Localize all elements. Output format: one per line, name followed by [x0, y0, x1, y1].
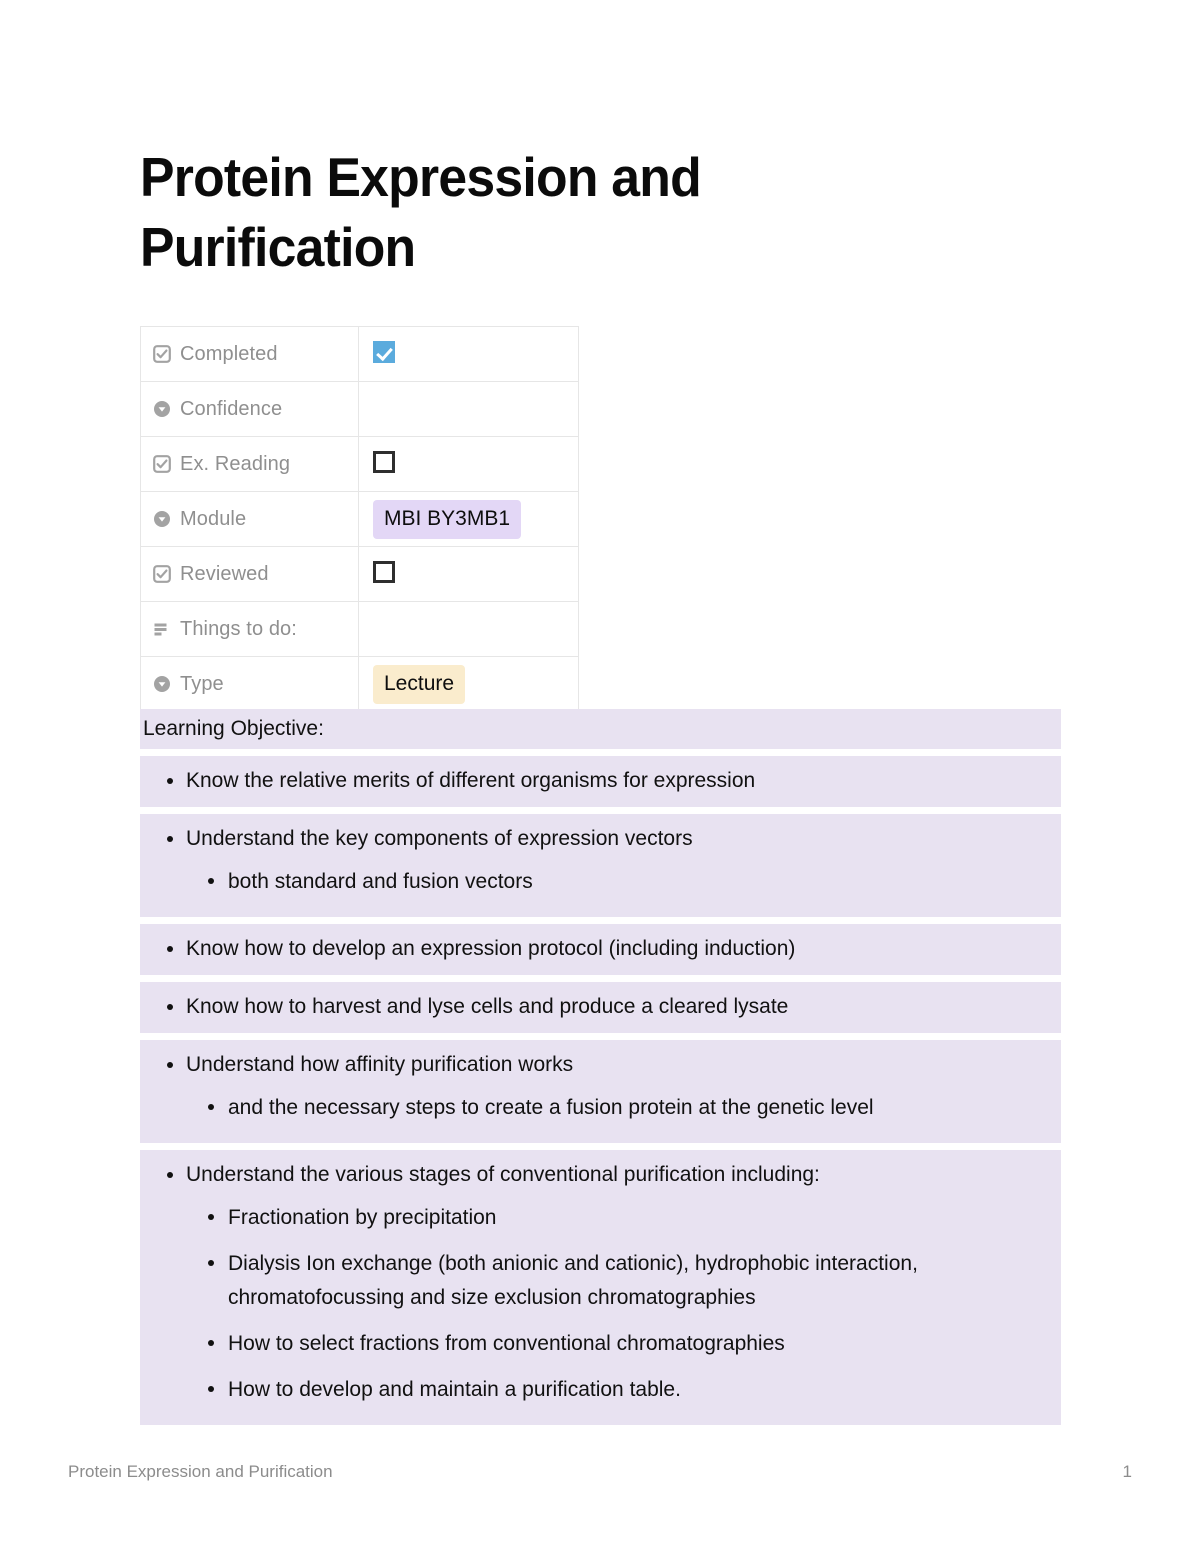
objectives-blocks: Know the relative merits of different or… [140, 756, 1061, 1425]
objective-item: Understand the various stages of convent… [140, 1155, 1061, 1418]
objective-item: Know how to harvest and lyse cells and p… [140, 987, 1061, 1026]
property-value-cell[interactable] [358, 326, 579, 382]
objective-subitem: How to select fractions from conventiona… [186, 1321, 1043, 1367]
objective-subitem: both standard and fusion vectors [186, 859, 1043, 905]
objective-list: Understand the key components of express… [140, 814, 1061, 917]
footer-page-number: 1 [1122, 1462, 1132, 1481]
property-label: Things to do: [180, 617, 297, 640]
objective-item-text: Understand the key components of express… [186, 827, 693, 850]
property-key-cell[interactable]: Ex. Reading [140, 436, 359, 492]
objective-item: Understand how affinity purification wor… [140, 1045, 1061, 1136]
checkbox-icon [153, 455, 171, 473]
properties-table-body: Completed Confidence Ex. Reading Module MBI … [140, 326, 579, 712]
property-tag[interactable]: Lecture [373, 664, 466, 704]
objective-block: Understand the key components of express… [140, 814, 1061, 917]
learning-objectives-section: Learning Objective: Know the relative me… [140, 709, 1061, 1425]
document-page: Protein Expression and Purification Comp… [0, 0, 1200, 1553]
property-row: Things to do: [140, 601, 579, 657]
objective-item-text: Know how to develop an expression protoc… [186, 937, 796, 960]
objective-block: Understand how affinity purification wor… [140, 1040, 1061, 1143]
objective-list: Know the relative merits of different or… [140, 756, 1061, 807]
objective-block: Understand the various stages of convent… [140, 1150, 1061, 1425]
objective-item-text: Understand how affinity purification wor… [186, 1053, 574, 1076]
property-label: Reviewed [180, 562, 269, 585]
checkbox-icon [153, 565, 171, 583]
objective-item-text: Understand the various stages of convent… [186, 1163, 820, 1186]
objective-block: Know the relative merits of different or… [140, 756, 1061, 807]
property-row: Type Lecture [140, 656, 579, 712]
objectives-heading: Learning Objective: [143, 717, 324, 740]
objective-subitem: How to develop and maintain a purificati… [186, 1367, 1043, 1413]
objective-sublist: and the necessary steps to create a fusi… [186, 1085, 1043, 1131]
checkbox-checked-icon[interactable] [373, 340, 395, 363]
objective-item-text: Know the relative merits of different or… [186, 769, 756, 792]
objective-block: Know how to develop an expression protoc… [140, 924, 1061, 975]
property-row: Ex. Reading [140, 436, 579, 492]
property-value-cell[interactable] [358, 381, 579, 437]
objective-list: Know how to harvest and lyse cells and p… [140, 982, 1061, 1033]
property-row: Confidence [140, 381, 579, 437]
property-tag[interactable]: MBI BY3MB1 [373, 499, 522, 539]
select-icon [153, 675, 171, 693]
select-icon [153, 400, 171, 418]
property-row: Reviewed [140, 546, 579, 602]
property-label: Confidence [180, 397, 283, 420]
property-value-cell[interactable]: MBI BY3MB1 [358, 491, 579, 547]
property-key-cell[interactable]: Things to do: [140, 601, 359, 657]
property-value-cell[interactable] [358, 601, 579, 657]
property-value-cell[interactable] [358, 546, 579, 602]
objective-sublist: Fractionation by precipitation Dialysis I… [186, 1195, 1043, 1413]
property-key-cell[interactable]: Type [140, 656, 359, 712]
footer-title: Protein Expression and Purification [68, 1462, 333, 1481]
property-label: Module [180, 507, 247, 530]
objective-list: Know how to develop an expression protoc… [140, 924, 1061, 975]
objective-sublist: both standard and fusion vectors [186, 859, 1043, 905]
checkbox-unchecked-icon[interactable] [373, 560, 395, 583]
property-row: Module MBI BY3MB1 [140, 491, 579, 547]
property-key-cell[interactable]: Completed [140, 326, 359, 382]
property-label: Completed [180, 342, 278, 365]
objective-item: Know how to develop an expression protoc… [140, 929, 1061, 968]
text-icon [153, 620, 171, 638]
objective-subitem: Fractionation by precipitation [186, 1195, 1043, 1241]
objective-item-text: Know how to harvest and lyse cells and p… [186, 995, 789, 1018]
property-key-cell[interactable]: Reviewed [140, 546, 359, 602]
select-icon [153, 510, 171, 528]
objective-item: Understand the key components of express… [140, 819, 1061, 910]
objective-item: Know the relative merits of different or… [140, 761, 1061, 800]
page-title: Protein Expression and Purification [140, 146, 702, 278]
property-row: Completed [140, 326, 579, 382]
property-key-cell[interactable]: Module [140, 491, 359, 547]
property-value-cell[interactable] [358, 436, 579, 492]
objective-block: Know how to harvest and lyse cells and p… [140, 982, 1061, 1033]
objective-subitem: and the necessary steps to create a fusi… [186, 1085, 1043, 1131]
objective-subitem: Dialysis Ion exchange (both anionic and … [186, 1241, 1043, 1321]
properties-table: Completed Confidence Ex. Reading Module MBI … [140, 326, 579, 712]
objectives-heading-block: Learning Objective: [140, 709, 1061, 749]
property-value-cell[interactable]: Lecture [358, 656, 579, 712]
property-label: Type [180, 672, 224, 695]
property-key-cell[interactable]: Confidence [140, 381, 359, 437]
property-label: Ex. Reading [180, 452, 291, 475]
objective-list: Understand the various stages of convent… [140, 1150, 1061, 1425]
objective-list: Understand how affinity purification wor… [140, 1040, 1061, 1143]
checkbox-icon [153, 345, 171, 363]
checkbox-unchecked-icon[interactable] [373, 450, 395, 473]
page-footer: Protein Expression and Purification 1 [68, 1462, 1132, 1482]
